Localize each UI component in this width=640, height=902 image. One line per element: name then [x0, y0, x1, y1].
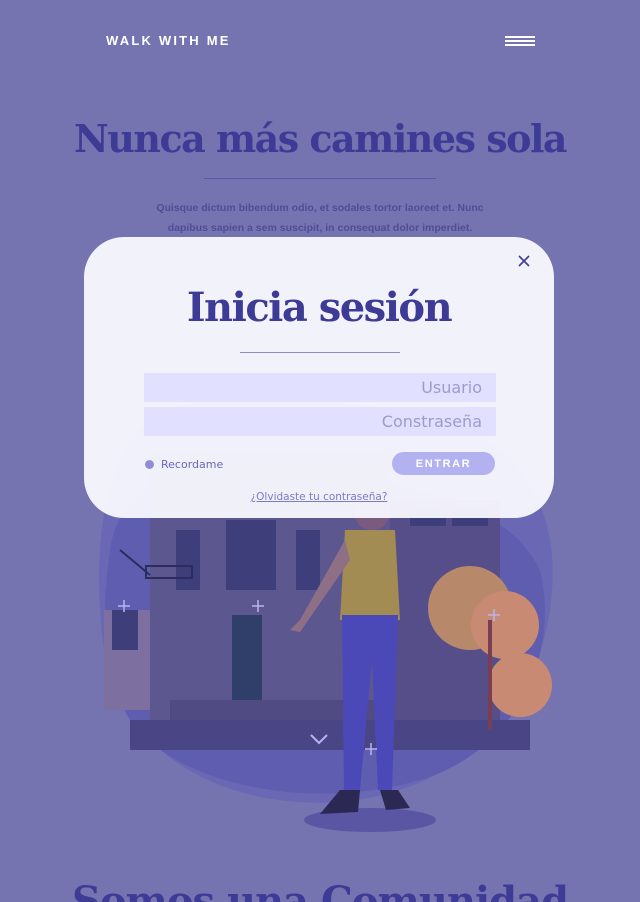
community-section-title: Somos una Comunidad [71, 878, 569, 902]
tree-foliage [471, 591, 539, 659]
top-navigation-bar: WALK WITH ME [0, 0, 640, 80]
username-input[interactable] [144, 373, 496, 402]
window [176, 530, 200, 590]
remember-me-label: Recordame [161, 457, 224, 471]
hamburger-line [505, 40, 535, 42]
tree-foliage [488, 653, 552, 717]
window [226, 520, 276, 590]
radio-dot-icon[interactable] [145, 459, 154, 469]
window [112, 610, 138, 650]
forgot-password-link[interactable]: ¿Olvidaste tu contraseña? [84, 491, 554, 503]
login-divider [240, 352, 400, 353]
window [296, 530, 320, 590]
close-icon[interactable] [514, 251, 534, 271]
woman-shoe [380, 790, 410, 810]
hamburger-menu-icon[interactable] [505, 36, 535, 46]
login-title: Inicia sesión [186, 284, 453, 331]
woman-torso [340, 530, 400, 620]
sidewalk [130, 720, 530, 750]
remember-me-checkbox[interactable]: Recordame [145, 456, 223, 472]
hamburger-line [505, 36, 535, 38]
door [232, 615, 262, 710]
password-input[interactable] [144, 407, 496, 436]
hamburger-line [505, 44, 535, 46]
submit-button[interactable]: ENTRAR [392, 452, 495, 475]
hero-title: Nunca más camines sola [73, 116, 568, 161]
hero-divider [204, 178, 436, 179]
brand-logo-text[interactable]: WALK WITH ME [106, 33, 231, 48]
